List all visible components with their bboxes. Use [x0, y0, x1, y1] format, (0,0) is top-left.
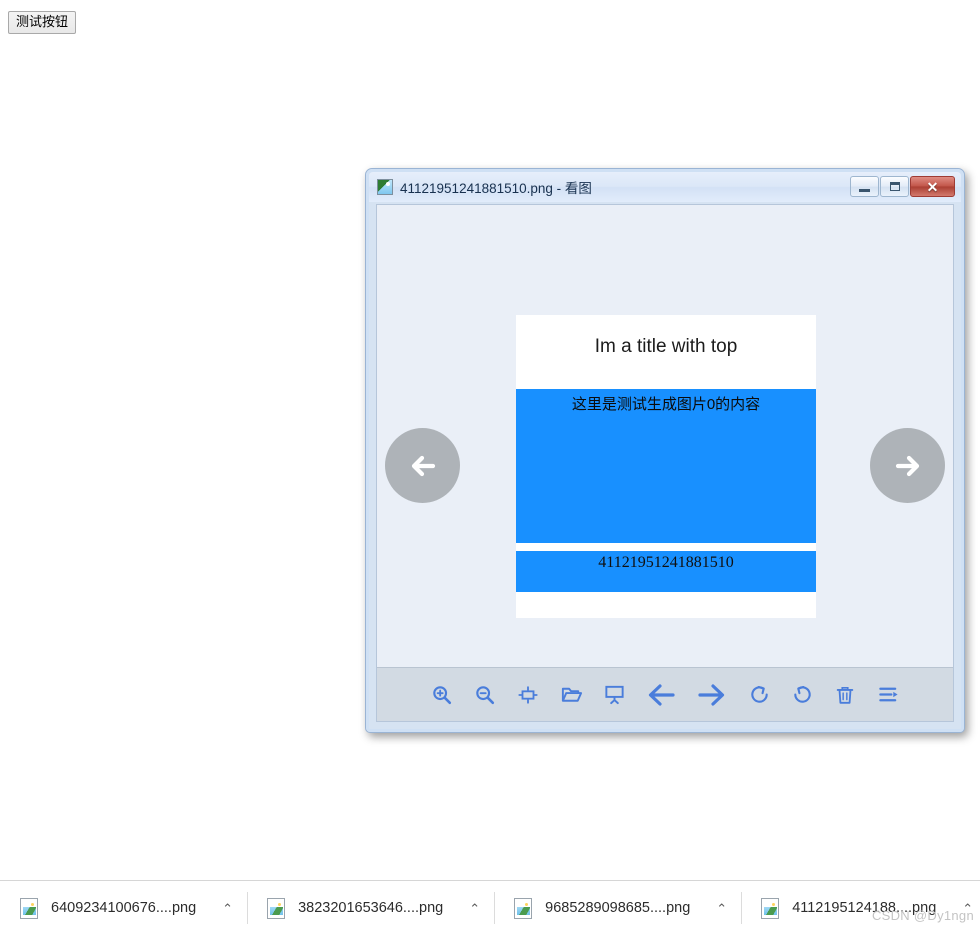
fit-screen-button[interactable]: [513, 680, 543, 710]
maximize-icon: [889, 182, 900, 191]
delete-icon: [836, 686, 854, 704]
download-item[interactable]: 6409234100676....png ⌃: [0, 881, 247, 935]
minimize-button[interactable]: [850, 176, 879, 197]
slideshow-icon: [604, 685, 624, 705]
next-image-icon: [698, 683, 725, 706]
arrow-left-icon: [411, 455, 435, 476]
window-titlebar[interactable]: 41121951241881510.png - 看图 ✕: [369, 172, 961, 202]
zoom-out-icon: [476, 685, 495, 704]
image-canvas[interactable]: Im a title with top 这里是测试生成图片0的内容 411219…: [377, 205, 953, 667]
image-file-icon: [20, 897, 38, 919]
rotate-clockwise-icon: [750, 685, 768, 703]
download-item[interactable]: 3823201653646....png ⌃: [247, 881, 494, 935]
more-options-icon: [878, 687, 898, 702]
image-content-text: 这里是测试生成图片0的内容: [516, 389, 816, 543]
image-file-icon: [267, 897, 286, 919]
viewer-content-area: Im a title with top 这里是测试生成图片0的内容 411219…: [376, 204, 954, 722]
image-file-icon: [761, 897, 780, 919]
image-title-text: Im a title with top: [594, 336, 738, 357]
chevron-up-icon[interactable]: ⌃: [716, 902, 727, 915]
slideshow-button[interactable]: [599, 680, 629, 710]
close-button[interactable]: ✕: [910, 176, 955, 197]
rotate-clockwise-button[interactable]: [744, 680, 774, 710]
chevron-up-icon[interactable]: ⌃: [222, 902, 233, 915]
image-footer-text: 41121951241881510: [516, 551, 816, 592]
download-item[interactable]: 9685289098685....png ⌃: [494, 881, 741, 935]
zoom-in-icon: [433, 685, 452, 704]
close-icon: ✕: [926, 178, 939, 195]
download-filename: 6409234100676....png: [51, 900, 197, 916]
zoom-in-button[interactable]: [427, 680, 457, 710]
rotate-counterclockwise-button[interactable]: [787, 680, 817, 710]
delete-button[interactable]: [830, 680, 860, 710]
fit-screen-icon: [518, 685, 538, 704]
chevron-up-icon[interactable]: ⌃: [962, 902, 973, 915]
window-title: 41121951241881510.png - 看图: [400, 181, 592, 196]
next-image-toolbar-button[interactable]: [693, 676, 731, 714]
window-controls: ✕: [849, 176, 955, 197]
chevron-up-icon[interactable]: ⌃: [469, 902, 480, 915]
zoom-out-button[interactable]: [470, 680, 500, 710]
download-filename: 3823201653646....png: [298, 900, 444, 916]
minimize-icon: [859, 188, 870, 192]
arrow-right-icon: [895, 455, 919, 476]
open-folder-button[interactable]: [556, 680, 586, 710]
previous-image-toolbar-button[interactable]: [642, 676, 680, 714]
previous-image-icon: [648, 683, 675, 706]
image-viewer-window: 41121951241881510.png - 看图 ✕ Im a title …: [365, 168, 965, 733]
maximize-button[interactable]: [880, 176, 909, 197]
rotate-counterclockwise-icon: [793, 685, 811, 703]
download-filename: 9685289098685....png: [545, 900, 691, 916]
open-folder-icon: [561, 687, 582, 702]
next-image-button[interactable]: [870, 428, 945, 503]
image-spacer-bottom: [516, 592, 816, 618]
download-item[interactable]: 4112195124188....png ⌃: [741, 881, 980, 935]
displayed-image: Im a title with top 这里是测试生成图片0的内容 411219…: [516, 315, 816, 618]
image-spacer-middle: [516, 543, 816, 551]
test-button[interactable]: 测试按钮: [8, 11, 77, 34]
download-filename: 4112195124188....png: [792, 900, 937, 916]
previous-image-button[interactable]: [385, 428, 460, 503]
image-file-icon: [514, 897, 533, 919]
browser-page-content: 测试按钮 41121951241881510.png - 看图 ✕ Im a t…: [0, 0, 980, 880]
more-options-button[interactable]: [873, 680, 903, 710]
image-file-icon: [377, 179, 393, 195]
image-spacer-top: [516, 378, 816, 389]
viewer-toolbar: [377, 667, 953, 721]
download-bar: 6409234100676....png ⌃ 3823201653646....…: [0, 880, 980, 935]
